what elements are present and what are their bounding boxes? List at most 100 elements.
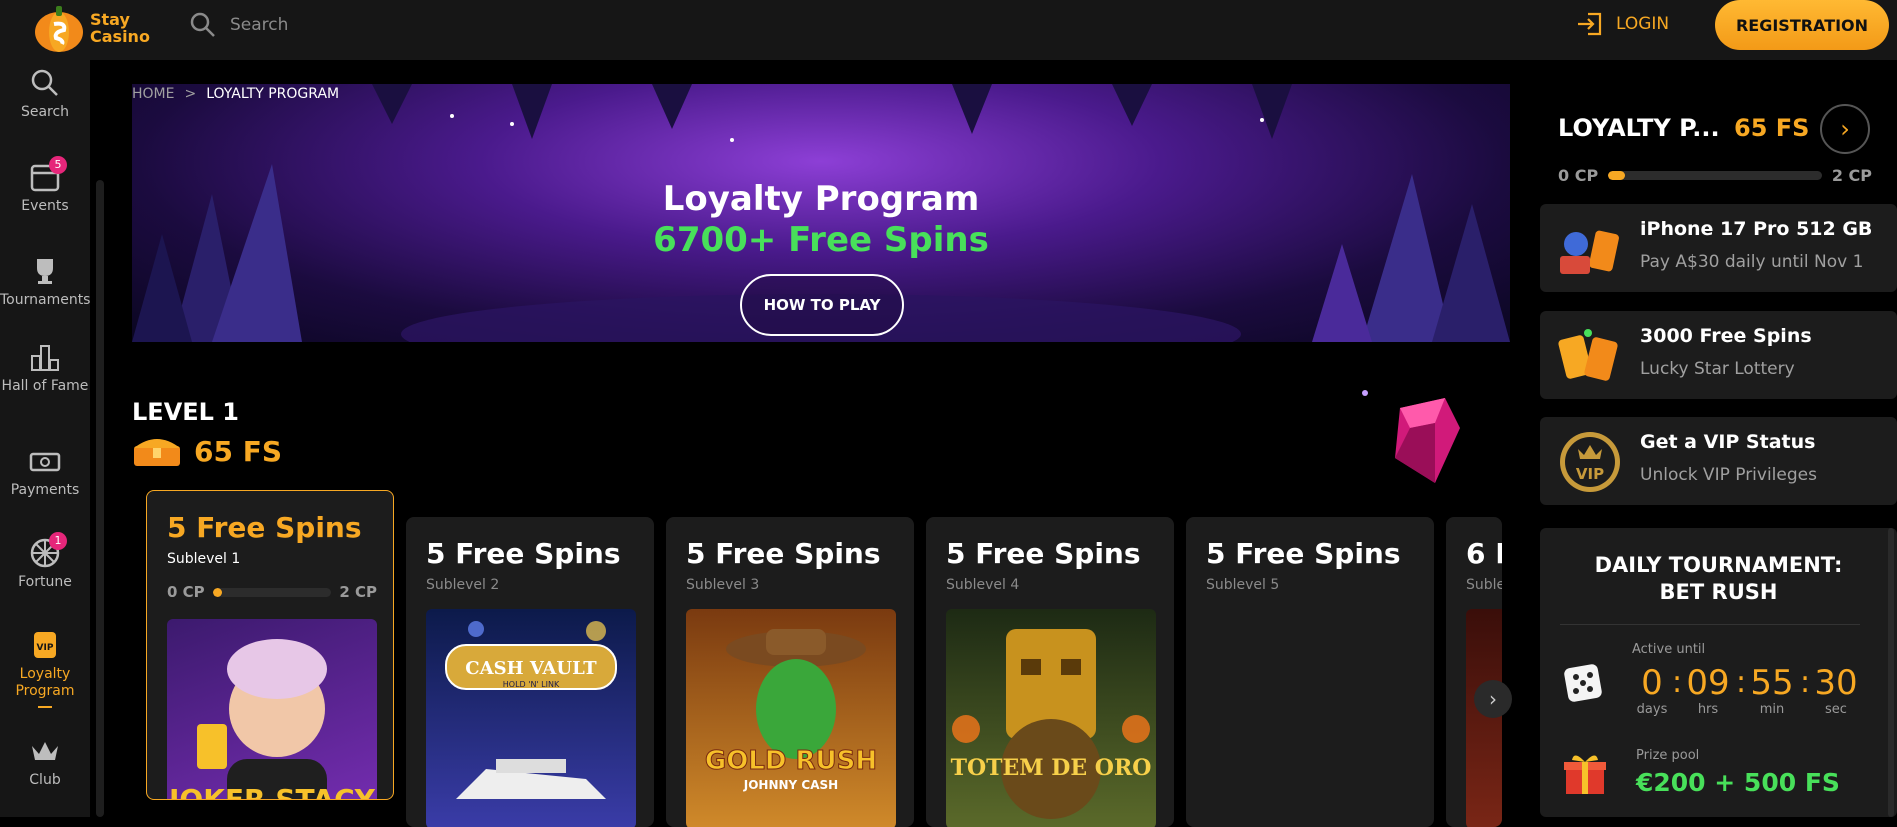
lottery-ticket-icon: [1558, 329, 1618, 381]
svg-text:VIP: VIP: [37, 643, 54, 653]
vip-badge-text: VIP: [1576, 465, 1604, 483]
header-search[interactable]: Search: [190, 12, 288, 38]
sidebar-item-label: Loyalty Program: [15, 666, 75, 699]
loyalty-panel-cp-progress: 0 CP 2 CP: [1558, 166, 1872, 185]
trophy-icon: [37, 259, 53, 284]
cp-bar: [1608, 171, 1822, 180]
registration-button[interactable]: REGISTRATION: [1715, 0, 1889, 50]
level-fs: 65 FS: [132, 434, 282, 468]
game-logo-text: GOLD RUSH: [705, 746, 877, 776]
sidebar-item-search[interactable]: Search: [0, 68, 90, 121]
promo-vip-status[interactable]: VIP Get a VIP Status Unlock VIP Privileg…: [1540, 417, 1897, 505]
game-logo-text: JOKER STACY: [167, 783, 376, 800]
level-label: LEVEL 1: [132, 398, 240, 426]
cp-start: 0 CP: [1558, 166, 1599, 185]
sidebar-item-label: Events: [21, 198, 69, 214]
sidebar-scrollbar[interactable]: [96, 180, 104, 817]
promo-title: iPhone 17 Pro 512 GB: [1640, 218, 1873, 240]
vip-icon: VIP: [34, 632, 56, 658]
promo-title: Get a VIP Status: [1640, 431, 1816, 453]
card-sublevel: Sublevel 4: [946, 577, 1020, 593]
pumpkin-logo-icon: [35, 6, 83, 52]
sidebar-item-label: Payments: [10, 482, 80, 498]
game-thumbnail-joker-stacy[interactable]: JOKER STACY: [167, 619, 377, 800]
game-thumbnail-partial[interactable]: [1466, 609, 1502, 827]
card-title: 5 Free Spins: [1206, 537, 1401, 570]
sublevel-card-1[interactable]: 5 Free Spins Sublevel 1 0 CP 2 CP JOKER …: [146, 490, 394, 800]
phone-gift-icon: [1560, 230, 1619, 274]
card-sublevel: Suble: [1466, 577, 1502, 593]
sidebar-item-loyalty-program[interactable]: VIP Loyalty Program: [0, 630, 90, 708]
search-icon: [190, 12, 215, 37]
game-logo-text: TOTEM DE ORO: [951, 755, 1152, 781]
tournament-active-until-label: Active until: [1632, 642, 1706, 657]
sidebar-item-tournaments[interactable]: Tournaments: [0, 256, 90, 309]
right-panel-scrollbar[interactable]: [1888, 528, 1894, 817]
countdown-hours: 09 hrs: [1686, 663, 1730, 717]
cash-vault-art: CASH VAULT HOLD 'N' LINK: [445, 621, 617, 799]
daily-tournament-card[interactable]: DAILY TOURNAMENT: BET RUSH Active until …: [1540, 528, 1897, 817]
countdown-days: 0 days: [1636, 663, 1668, 717]
sidebar-item-label: Fortune: [18, 574, 72, 590]
crown-icon: [32, 742, 58, 760]
how-to-play-button[interactable]: HOW TO PLAY: [740, 274, 904, 336]
countdown-separator: :: [1736, 665, 1747, 700]
promo-subtitle: Lucky Star Lottery: [1640, 359, 1795, 379]
sidebar-item-club[interactable]: Club: [0, 736, 90, 789]
loyalty-panel-title: LOYALTY P...: [1558, 114, 1720, 142]
dice-icon: [1564, 664, 1602, 702]
banner-title: Loyalty Program: [662, 179, 980, 219]
countdown-separator: :: [1672, 665, 1683, 700]
sidebar-item-events[interactable]: Events 5: [0, 156, 90, 215]
sidebar-item-fortune[interactable]: Fortune 1: [0, 532, 90, 591]
game-logo-subtext: JOHNNY CASH: [743, 778, 838, 792]
chevron-right-icon: ›: [1489, 687, 1497, 711]
game-thumbnail-totem-de-oro[interactable]: TOTEM DE ORO: [946, 609, 1156, 827]
sidebar-item-hall-of-fame[interactable]: Hall of Fame: [0, 342, 90, 395]
sublevel-card-4[interactable]: 5 Free Spins Sublevel 4 TOTEM DE ORO: [926, 517, 1174, 827]
cp-fill: [212, 587, 223, 597]
cp-fill: [1608, 171, 1626, 180]
sublevel-card-6[interactable]: 6 F Suble: [1446, 517, 1502, 827]
countdown-seconds: 30 sec: [1814, 663, 1858, 717]
cp-bar: [212, 587, 332, 597]
card-title: 5 Free Spins: [686, 537, 881, 570]
fortune-badge: 1: [49, 532, 67, 550]
breadcrumb-current: LOYALTY PROGRAM: [206, 86, 340, 102]
breadcrumb-home[interactable]: HOME: [132, 86, 174, 102]
chevron-right-icon: ›: [1840, 115, 1850, 143]
active-indicator: [38, 706, 52, 708]
game-logo-subtext: HOLD 'N' LINK: [503, 680, 560, 689]
countdown-separator: :: [1800, 665, 1811, 700]
prize-pool-label: Prize pool: [1636, 748, 1700, 763]
tournament-countdown: 0 days : 09 hrs : 55 min : 30 sec: [1632, 664, 1864, 717]
card-title: 5 Free Spins: [426, 537, 621, 570]
sidebar-item-label: Hall of Fame: [1, 378, 89, 394]
promo-free-spins-lottery[interactable]: 3000 Free Spins Lucky Star Lottery: [1540, 311, 1897, 399]
vip-badge-icon: VIP: [1560, 432, 1620, 492]
tournament-title: DAILY TOURNAMENT: BET RUSH: [1594, 553, 1843, 604]
level-fs-value: 65 FS: [194, 434, 283, 468]
loyalty-banner: Loyalty Program 6700+ Free Spins HOW TO …: [132, 84, 1510, 342]
totem-de-oro-art: TOTEM DE ORO: [951, 629, 1152, 819]
game-thumbnail-cash-vault[interactable]: CASH VAULT HOLD 'N' LINK: [426, 609, 636, 827]
card-title: 5 Free Spins: [946, 537, 1141, 570]
gift-box-icon: [1564, 755, 1606, 794]
sublevel-card-5[interactable]: 5 Free Spins Sublevel 5: [1186, 517, 1434, 827]
promo-subtitle: Unlock VIP Privileges: [1640, 465, 1817, 485]
search-placeholder: Search: [230, 15, 289, 35]
sublevel-card-2[interactable]: 5 Free Spins Sublevel 2 CASH VAULT HOLD …: [406, 517, 654, 827]
pink-gem-icon: [1362, 390, 1460, 483]
loyalty-panel-next-button[interactable]: ›: [1820, 104, 1870, 154]
cards-next-button[interactable]: ›: [1474, 680, 1512, 718]
search-icon: [31, 69, 58, 96]
promo-iphone[interactable]: iPhone 17 Pro 512 GB Pay A$30 daily unti…: [1540, 204, 1897, 292]
sublevel-card-3[interactable]: 5 Free Spins Sublevel 3 GOLD RUSH JOHNNY…: [666, 517, 914, 827]
sidebar-item-payments[interactable]: Payments: [0, 446, 90, 499]
login-button[interactable]: LOGIN: [1576, 12, 1669, 36]
sidebar-item-label: Tournaments: [0, 292, 91, 308]
game-thumbnail-gold-rush[interactable]: GOLD RUSH JOHNNY CASH: [686, 609, 896, 827]
logo[interactable]: Stay Casino: [32, 2, 150, 54]
gold-rush-art: GOLD RUSH JOHNNY CASH: [704, 629, 878, 792]
breadcrumb: HOME > LOYALTY PROGRAM: [132, 86, 339, 102]
